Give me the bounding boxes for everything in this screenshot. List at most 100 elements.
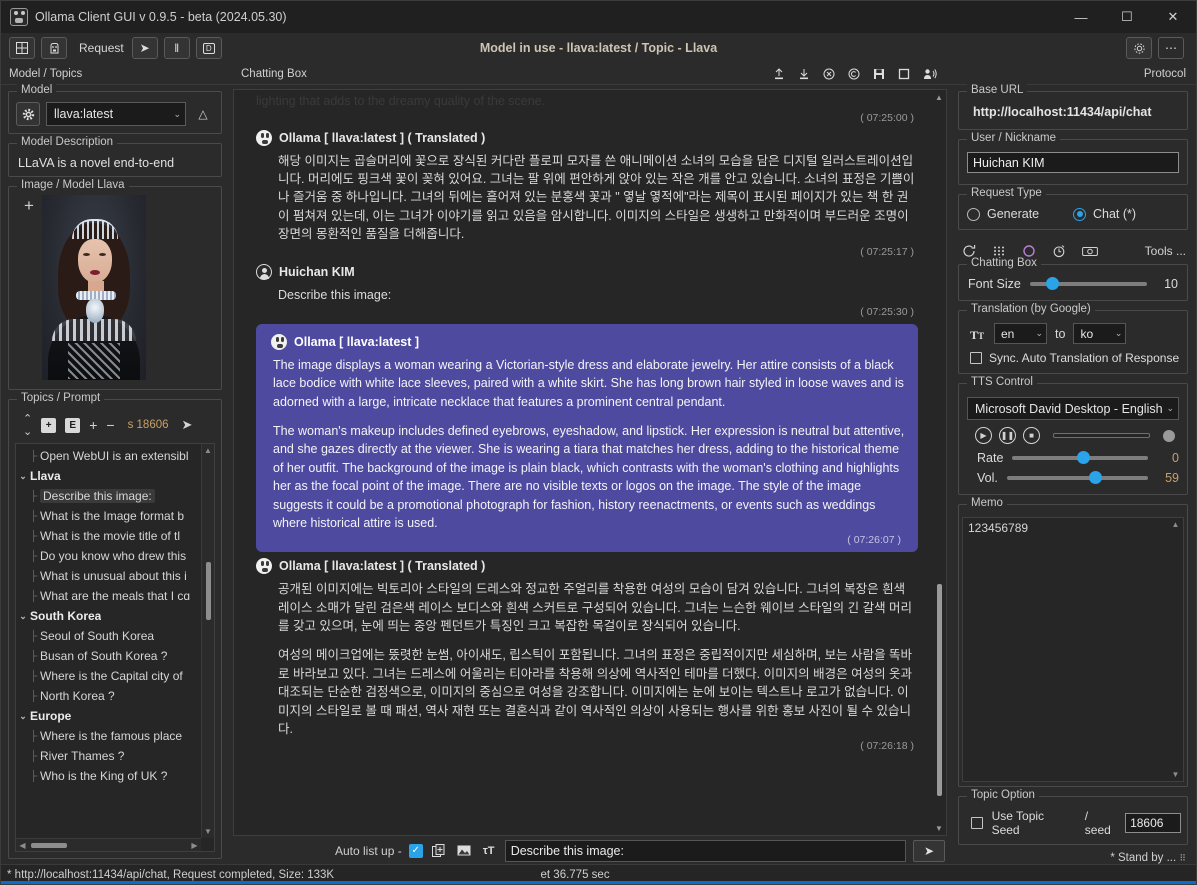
topic-group-row[interactable]: ⌄ South Korea	[16, 606, 214, 626]
topic-item-row[interactable]: ├ Who is the King of UK ?	[16, 766, 214, 786]
tts-settings-gear-icon[interactable]	[1163, 429, 1175, 442]
image-thumbnail[interactable]	[42, 195, 146, 380]
add-prompt-button[interactable]: +	[89, 417, 97, 433]
topic-item-row[interactable]: ├ Seoul of South Korea	[16, 626, 214, 646]
grid-view-button[interactable]	[9, 37, 35, 59]
download-icon[interactable]	[798, 68, 810, 80]
settings-button[interactable]	[1126, 37, 1152, 59]
font-size-slider[interactable]	[1029, 277, 1147, 290]
timer-icon[interactable]	[1052, 244, 1066, 258]
seed-input[interactable]: 18606	[1125, 813, 1181, 833]
auto-list-up-checkbox[interactable]: ✓	[408, 843, 423, 858]
save-icon[interactable]	[873, 68, 885, 80]
memo-scroll-up-icon[interactable]: ▲	[1172, 520, 1180, 529]
user-nickname-input[interactable]: Huichan KIM	[967, 152, 1179, 173]
more-options-button[interactable]: ⋯	[1158, 37, 1184, 59]
topic-item-row[interactable]: ├ Where is the famous place	[16, 726, 214, 746]
font-size-slider-knob[interactable]	[1046, 277, 1060, 290]
chat-scroll-thumb[interactable]	[937, 584, 942, 796]
translate-from-select[interactable]: en ⌄	[994, 323, 1047, 344]
image-icon[interactable]	[455, 842, 473, 860]
scroll-right-icon[interactable]: ▶	[188, 841, 201, 850]
memo-textarea[interactable]: 123456789 ▲ ▼	[962, 517, 1184, 782]
stop-icon[interactable]	[898, 68, 910, 80]
topic-item-row[interactable]: ├ North Korea ?	[16, 686, 214, 706]
close-button[interactable]: ✕	[1150, 1, 1196, 33]
request-type-chat[interactable]: Chat (*)	[1073, 207, 1179, 221]
sync-auto-translation-row[interactable]: Sync. Auto Translation of Response	[964, 348, 1182, 367]
add-topic-folder-button[interactable]: +	[41, 417, 57, 433]
topic-item-row[interactable]: ├ Do you know who drew this	[16, 546, 214, 566]
tts-voice-select[interactable]: Microsoft David Desktop - English ⌄	[967, 397, 1179, 420]
topics-scroll-thumb[interactable]	[206, 562, 211, 620]
topics-horizontal-scrollbar[interactable]: ◀ ▶	[16, 838, 201, 851]
topic-item-row[interactable]: ├ What is the Image format b	[16, 506, 214, 526]
memo-scrollbar[interactable]: ▲ ▼	[1169, 520, 1182, 779]
sort-icon[interactable]: ⌃ ⌄	[23, 412, 32, 438]
use-topic-seed-checkbox[interactable]	[971, 817, 983, 829]
tts-stop-button[interactable]: ■	[1023, 427, 1040, 444]
model-select[interactable]: llava:latest ⌄	[46, 102, 186, 126]
model-upload-button[interactable]: △	[192, 103, 214, 125]
remove-prompt-button[interactable]: −	[106, 417, 114, 433]
grid-icon[interactable]	[992, 244, 1006, 258]
tts-progress-bar[interactable]	[1053, 433, 1150, 438]
request-type-generate[interactable]: Generate	[967, 207, 1073, 221]
upload-icon[interactable]	[773, 67, 785, 80]
topic-item-row[interactable]: ├ What are the meals that I cɑ	[16, 586, 214, 606]
tts-play-button[interactable]: ▶	[975, 427, 992, 444]
topic-item-row[interactable]: ├ Busan of South Korea ?	[16, 646, 214, 666]
tree-twisty-icon[interactable]: ⌄	[16, 711, 30, 722]
scroll-up-icon[interactable]: ▲	[202, 444, 214, 457]
circle-icon[interactable]	[1022, 244, 1036, 258]
topics-tree[interactable]: ├ Open WebUI is an extensibl ⌄ Llava ├ Descri…	[15, 443, 215, 852]
llama-model-button[interactable]	[41, 37, 67, 59]
translate-to-select[interactable]: ko ⌄	[1073, 323, 1127, 344]
memo-scroll-down-icon[interactable]: ▼	[1172, 770, 1180, 779]
topic-group-row[interactable]: ⌄ Llava	[16, 466, 214, 486]
topics-hscroll-thumb[interactable]	[31, 842, 67, 848]
memo-value: 123456789	[968, 521, 1029, 535]
clear-icon[interactable]	[823, 68, 835, 80]
tts-vol-slider[interactable]	[1006, 471, 1148, 484]
topic-item-row[interactable]: ├ Open WebUI is an extensibl	[16, 446, 214, 466]
topic-item-row[interactable]: ├ River Thames ?	[16, 746, 214, 766]
topics-run-button[interactable]: ➤	[182, 417, 193, 433]
model-settings-button[interactable]	[16, 102, 40, 126]
camera-icon[interactable]	[1082, 245, 1098, 258]
chat-vertical-scrollbar[interactable]: ▲ ▼	[932, 90, 946, 835]
sync-auto-translation-checkbox[interactable]	[970, 352, 982, 364]
copy-icon[interactable]	[848, 68, 860, 80]
tts-pause-button[interactable]: ❚❚	[999, 427, 1016, 444]
topic-item-row[interactable]: ├ Where is the Capital city of	[16, 666, 214, 686]
edit-topic-button[interactable]: E	[65, 417, 81, 433]
debug-button[interactable]: D	[195, 37, 222, 59]
chat-scroll-down-icon[interactable]: ▼	[932, 821, 946, 835]
add-image-button[interactable]: +	[16, 195, 42, 380]
font-size-icon[interactable]: τT	[480, 842, 498, 860]
topic-item-row[interactable]: ├ What is the movie title of tl	[16, 526, 214, 546]
tree-twisty-icon[interactable]: ⌄	[16, 471, 30, 482]
minimize-button[interactable]: —	[1058, 1, 1104, 33]
speak-icon[interactable]	[923, 68, 937, 80]
tts-vol-knob[interactable]	[1088, 471, 1102, 484]
resize-grip-icon[interactable]: ⠿	[1179, 853, 1186, 863]
chat-scroll-up-icon[interactable]: ▲	[932, 90, 946, 104]
topic-item-row[interactable]: ├ What is unusual about this i	[16, 566, 214, 586]
refresh-icon[interactable]	[962, 244, 976, 258]
maximize-button[interactable]: ☐	[1104, 1, 1150, 33]
tts-rate-slider[interactable]	[1012, 451, 1148, 464]
prompt-input[interactable]: Describe this image:	[504, 839, 906, 862]
tools-label[interactable]: Tools ...	[1145, 244, 1186, 258]
add-file-icon[interactable]	[430, 842, 448, 860]
topic-group-row[interactable]: ⌄ Europe	[16, 706, 214, 726]
scroll-left-icon[interactable]: ◀	[16, 841, 29, 850]
topic-item-row[interactable]: ├ Describe this image:	[16, 486, 214, 506]
request-pause-button[interactable]: ‖	[163, 37, 190, 59]
prompt-send-button[interactable]: ➤	[913, 839, 945, 862]
request-send-button[interactable]: ➤	[131, 37, 158, 59]
tree-twisty-icon[interactable]: ⌄	[16, 611, 30, 622]
topics-vertical-scrollbar[interactable]: ▲ ▼	[201, 444, 214, 838]
scroll-down-icon[interactable]: ▼	[202, 825, 214, 838]
tts-rate-knob[interactable]	[1077, 451, 1091, 464]
